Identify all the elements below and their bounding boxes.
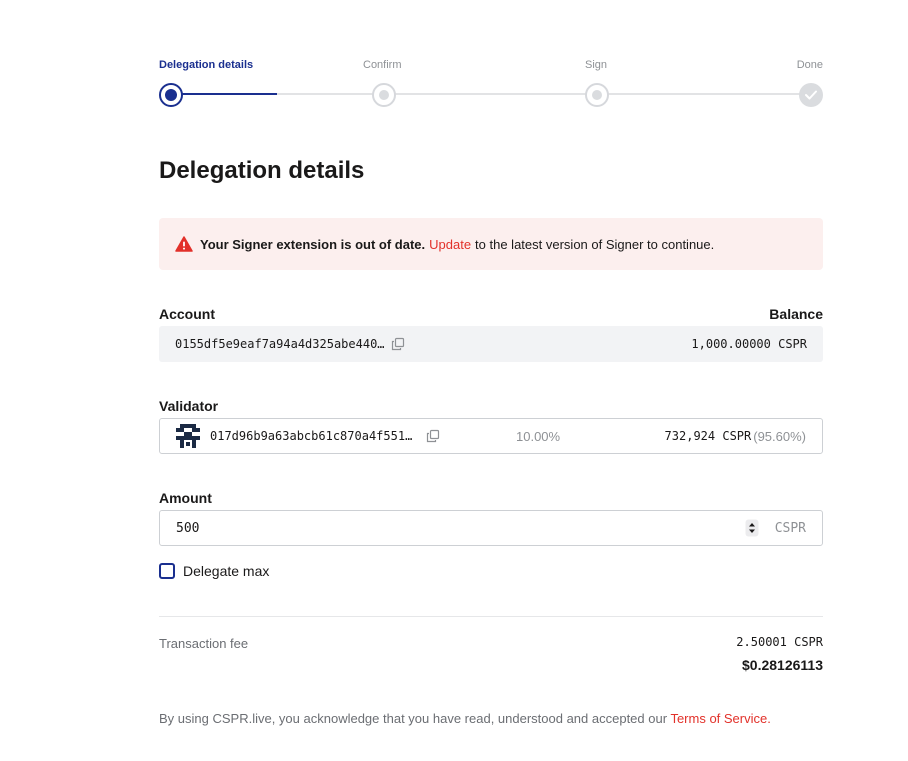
validator-stake-amount: 732,924 CSPR bbox=[664, 429, 752, 443]
alert-message-strong: Your Signer extension is out of date. bbox=[200, 236, 426, 252]
validator-public-key: 017d96b9a63abcb61c870a4f551… bbox=[210, 429, 413, 443]
outdated-signer-alert: Your Signer extension is out of date. Up… bbox=[159, 218, 823, 270]
warning-triangle-icon bbox=[175, 236, 193, 252]
validator-selector[interactable]: 017d96b9a63abcb61c870a4f551… 10.00% 732,… bbox=[159, 418, 823, 454]
validator-label: Validator bbox=[159, 398, 219, 414]
delegate-max-label: Delegate max bbox=[183, 563, 270, 579]
amount-label: Amount bbox=[159, 490, 212, 506]
step-indicator-active bbox=[159, 83, 183, 107]
step-label-delegation-details: Delegation details bbox=[159, 59, 254, 71]
validator-stake: 732,924 CSPR (95.60%) bbox=[665, 429, 806, 444]
step-indicator-confirm bbox=[372, 83, 396, 107]
amount-stepper-icon[interactable] bbox=[745, 519, 759, 537]
checkbox-box[interactable] bbox=[159, 563, 175, 579]
divider bbox=[159, 616, 823, 617]
amount-input[interactable]: 500 bbox=[176, 521, 199, 536]
copy-icon[interactable] bbox=[426, 429, 440, 443]
transaction-fee-usd: $0.28126113 bbox=[742, 657, 823, 673]
progress-stepper: Delegation details Confirm Sign Done bbox=[159, 58, 823, 108]
alert-message: to the latest version of Signer to conti… bbox=[475, 236, 715, 252]
update-link[interactable]: Update bbox=[429, 237, 471, 252]
step-label-done: Done bbox=[796, 59, 823, 71]
balance-label: Balance bbox=[769, 306, 823, 322]
validator-avatar bbox=[176, 424, 200, 448]
step-indicator-sign bbox=[585, 83, 609, 107]
validator-stake-percentage: (95.60%) bbox=[753, 428, 806, 444]
step-track-completed bbox=[171, 93, 277, 95]
amount-field[interactable]: 500 CSPR bbox=[159, 510, 823, 546]
terms-notice: By using CSPR.live, you acknowledge that… bbox=[159, 711, 771, 726]
page-title: Delegation details bbox=[159, 157, 365, 184]
step-label-sign: Sign bbox=[585, 59, 608, 71]
copy-icon[interactable] bbox=[391, 337, 405, 351]
step-label-confirm: Confirm bbox=[363, 59, 402, 71]
delegate-max-checkbox[interactable]: Delegate max bbox=[159, 563, 269, 579]
account-label: Account bbox=[159, 306, 215, 322]
account-row: 0155df5e9eaf7a94a4d325abe440… 1,000.0000… bbox=[159, 326, 823, 362]
account-balance: 1,000.00000 CSPR bbox=[691, 337, 807, 351]
account-public-key: 0155df5e9eaf7a94a4d325abe440… bbox=[175, 337, 385, 351]
terms-notice-text: By using CSPR.live, you acknowledge that… bbox=[159, 711, 668, 726]
step-track-remaining bbox=[277, 93, 811, 95]
step-indicator-done bbox=[799, 83, 823, 107]
amount-currency: CSPR bbox=[774, 520, 806, 536]
check-icon bbox=[805, 90, 817, 100]
terms-of-service-link[interactable]: Terms of Service. bbox=[670, 711, 770, 726]
validator-fee: 10.00% bbox=[516, 429, 561, 444]
transaction-fee-cspr: 2.50001 CSPR bbox=[736, 635, 823, 649]
transaction-fee-label: Transaction fee bbox=[159, 636, 249, 651]
